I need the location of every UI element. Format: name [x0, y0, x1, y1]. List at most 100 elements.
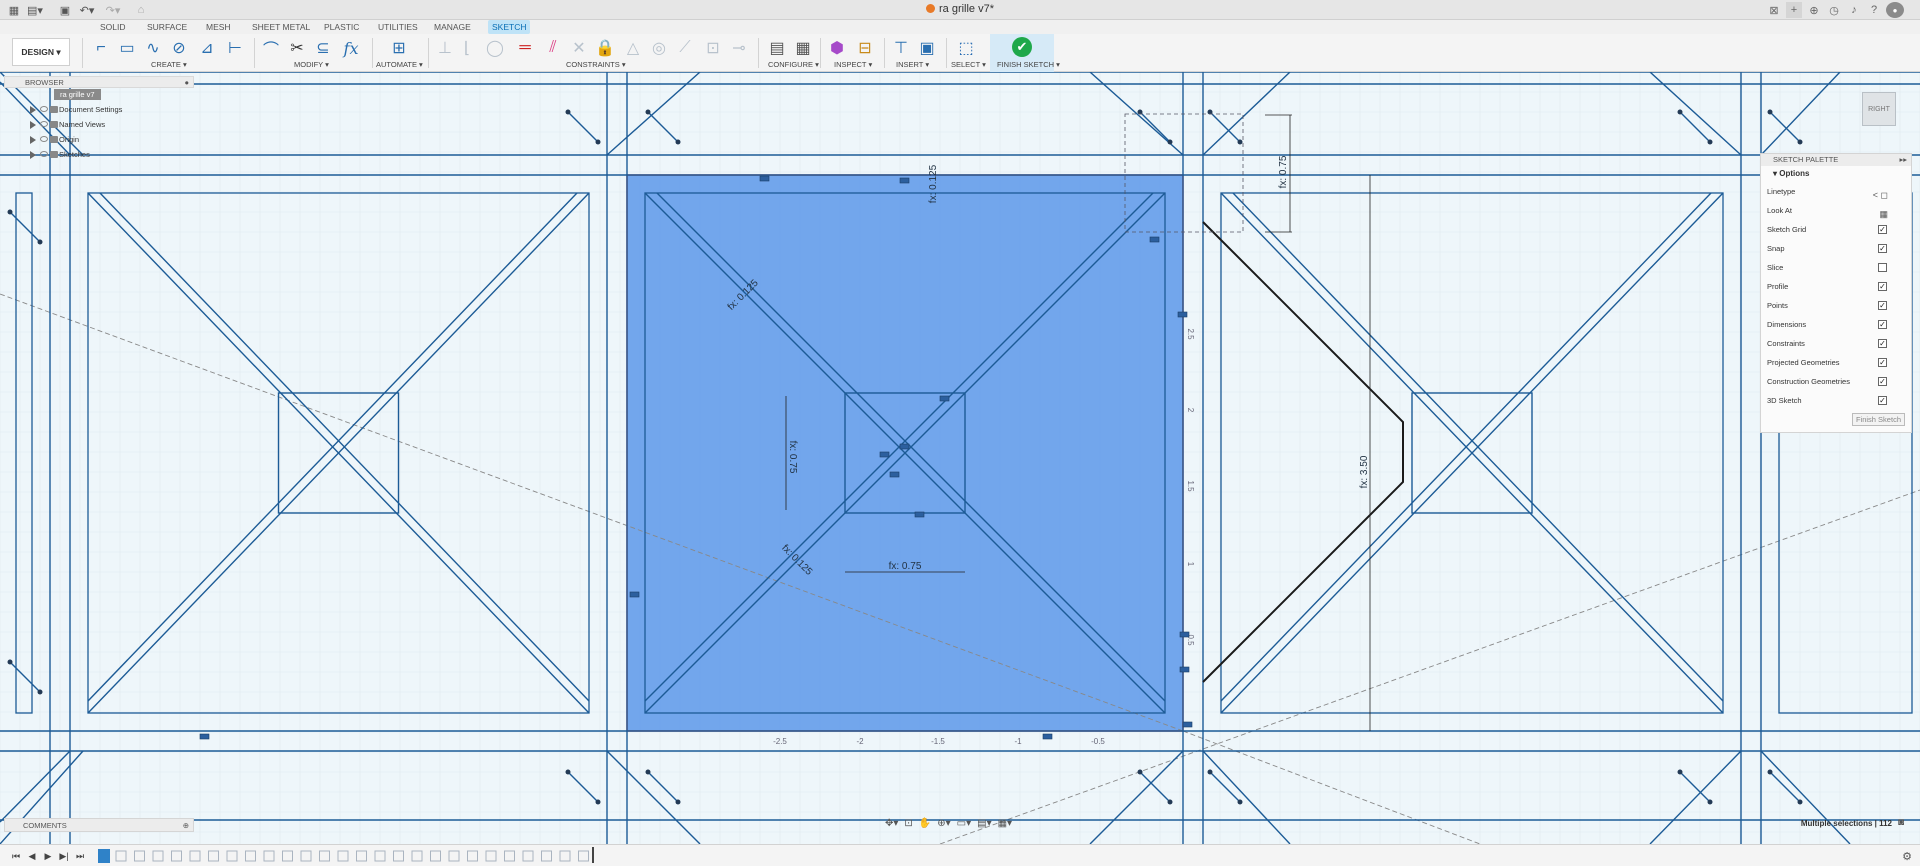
tab-line[interactable] [1139, 771, 1171, 803]
redo-icon[interactable]: ↷▾ [104, 2, 122, 18]
inspect-icon[interactable]: ⬢ [826, 37, 848, 59]
sketch-point[interactable] [645, 769, 651, 775]
tab-utilities[interactable]: UTILITIES [374, 20, 422, 34]
palette-row[interactable]: Points ✓ [1761, 296, 1911, 315]
expand-icon[interactable] [30, 151, 36, 159]
constraint-glyph[interactable] [1177, 311, 1188, 318]
ruler-tick-label[interactable]: 1.5 [1186, 480, 1195, 492]
ruler-tick-label[interactable]: -2.5 [773, 737, 787, 746]
timeline-feature[interactable] [504, 850, 515, 862]
palette-row[interactable]: Snap ✓ [1761, 239, 1911, 258]
modify-group-label[interactable]: MODIFY ▾ [294, 60, 329, 69]
collinear-constraint-icon[interactable]: ⟋ [674, 37, 696, 59]
timeline-feature[interactable] [356, 850, 367, 862]
save-icon[interactable]: ▣ [58, 2, 72, 18]
constraint-glyph[interactable] [1182, 721, 1193, 728]
timeline-track[interactable] [98, 847, 594, 863]
timeline-feature[interactable] [578, 850, 589, 862]
margin-diagonal[interactable] [1202, 750, 1291, 844]
tab-line[interactable] [647, 771, 679, 803]
palette-checkbox[interactable]: ✓ [1878, 320, 1887, 329]
display-settings-icon[interactable]: ▭▾ [957, 818, 971, 829]
palette-row[interactable]: Look At ▦ [1761, 201, 1911, 220]
finish-sketch-group[interactable]: ✔ FINISH SKETCH ▾ [990, 34, 1060, 72]
visibility-icon[interactable] [40, 121, 48, 127]
tab-plastic[interactable]: PLASTIC [320, 20, 363, 34]
create-group-label[interactable]: CREATE ▾ [151, 60, 187, 69]
palette-checkbox[interactable]: ✓ [1878, 301, 1887, 310]
configure-icon[interactable]: ▤ [766, 37, 788, 59]
timeline-feature[interactable] [226, 850, 238, 862]
zoom-icon[interactable]: ⊕▾ [937, 818, 950, 829]
tab-line[interactable] [647, 111, 679, 143]
tab-line[interactable] [567, 111, 599, 143]
timeline-feature[interactable] [189, 850, 201, 862]
sketch-point[interactable] [645, 109, 651, 115]
sketch-point[interactable] [675, 799, 681, 805]
palette-row[interactable]: Projected Geometries ✓ [1761, 353, 1911, 372]
browser-root[interactable]: ra grille v7 [4, 88, 194, 102]
finish-sketch-label[interactable]: FINISH SKETCH ▾ [997, 60, 1060, 69]
browser-item[interactable]: Named Views [4, 117, 194, 132]
comments-panel[interactable]: COMMENTS ⊕ [4, 818, 194, 832]
constraints-group-label[interactable]: CONSTRAINTS ▾ [566, 60, 626, 69]
automate-group-label[interactable]: AUTOMATE ▾ [376, 60, 423, 69]
margin-diagonal[interactable] [1760, 750, 1851, 844]
insert-image-icon[interactable]: ▣ [916, 37, 938, 59]
timeline-last-icon[interactable]: ⏭ [74, 850, 86, 862]
tab-surface[interactable]: SURFACE [143, 20, 191, 34]
ruler-tick-label[interactable]: 2.5 [1186, 328, 1195, 340]
user-avatar[interactable]: ● [1886, 2, 1904, 18]
constraint-glyph[interactable] [1149, 236, 1160, 243]
ruler-tick-label[interactable]: -2 [856, 737, 864, 746]
timeline-feature[interactable] [208, 850, 219, 862]
sketch-drawing[interactable]: fx: 0.125fx: 0.125fx: 0.75fx: 0.75fx: 0.… [0, 72, 1920, 844]
palette-row[interactable]: Profile ✓ [1761, 277, 1911, 296]
horizontal-constraint-icon[interactable]: ⊥ [434, 37, 456, 59]
constraint-glyph[interactable] [879, 451, 890, 458]
construction-line[interactable] [1182, 730, 1481, 844]
constraint-glyph[interactable] [629, 591, 640, 598]
sketch-point[interactable] [1237, 139, 1243, 145]
constraint-glyph[interactable] [1179, 631, 1190, 638]
midpoint-constraint-icon[interactable]: △ [622, 37, 644, 59]
timeline-feature[interactable] [98, 849, 110, 863]
tab-sheet-metal[interactable]: SHEET METAL [248, 20, 314, 34]
timeline-feature[interactable] [411, 850, 423, 862]
dimension-tool-icon[interactable]: ⊢ [224, 37, 246, 59]
constraint-glyph[interactable] [759, 175, 770, 182]
visibility-icon[interactable] [40, 106, 48, 112]
sketch-point[interactable] [1677, 109, 1683, 115]
timeline-prev-icon[interactable]: ◀ [26, 850, 38, 862]
constraint-glyph[interactable] [1042, 733, 1053, 740]
notifications-icon[interactable]: ♪ [1846, 2, 1862, 18]
tab-line[interactable] [567, 771, 599, 803]
tab-line[interactable] [1209, 771, 1241, 803]
tangent-constraint-icon[interactable]: ◯ [484, 37, 506, 59]
timeline-feature[interactable] [485, 850, 497, 862]
look-at-icon[interactable]: ⊡ [904, 818, 912, 829]
timeline-feature[interactable] [430, 850, 441, 862]
palette-header[interactable]: SKETCH PALETTE ▸▸ [1761, 154, 1911, 166]
timeline-marker[interactable] [592, 847, 594, 863]
timeline-feature[interactable] [522, 850, 534, 862]
sketch-point[interactable] [565, 109, 571, 115]
palette-checkbox[interactable]: ✓ [1878, 358, 1887, 367]
margin-diagonal[interactable] [606, 750, 701, 844]
palette-checkbox[interactable]: ✓ [1878, 396, 1887, 405]
coincident-constraint-icon[interactable]: ⌊ [456, 37, 478, 59]
sketch-point[interactable] [7, 659, 13, 665]
inspect-group-label[interactable]: INSPECT ▾ [834, 60, 872, 69]
cell-border[interactable] [15, 192, 33, 714]
select-group-label[interactable]: SELECT ▾ [951, 60, 986, 69]
sketch-point[interactable] [1767, 109, 1773, 115]
palette-collapse-icon[interactable]: ▸▸ [1899, 154, 1907, 166]
configure-table-icon[interactable]: ▦ [792, 37, 814, 59]
timeline-feature[interactable] [300, 850, 312, 862]
ruler-tick-label[interactable]: -1.5 [931, 737, 945, 746]
margin-diagonal[interactable] [1089, 750, 1184, 844]
tab-line[interactable] [1209, 111, 1241, 143]
sketch-point[interactable] [1797, 799, 1803, 805]
timeline-feature[interactable] [541, 850, 552, 862]
timeline-feature[interactable] [263, 850, 275, 862]
